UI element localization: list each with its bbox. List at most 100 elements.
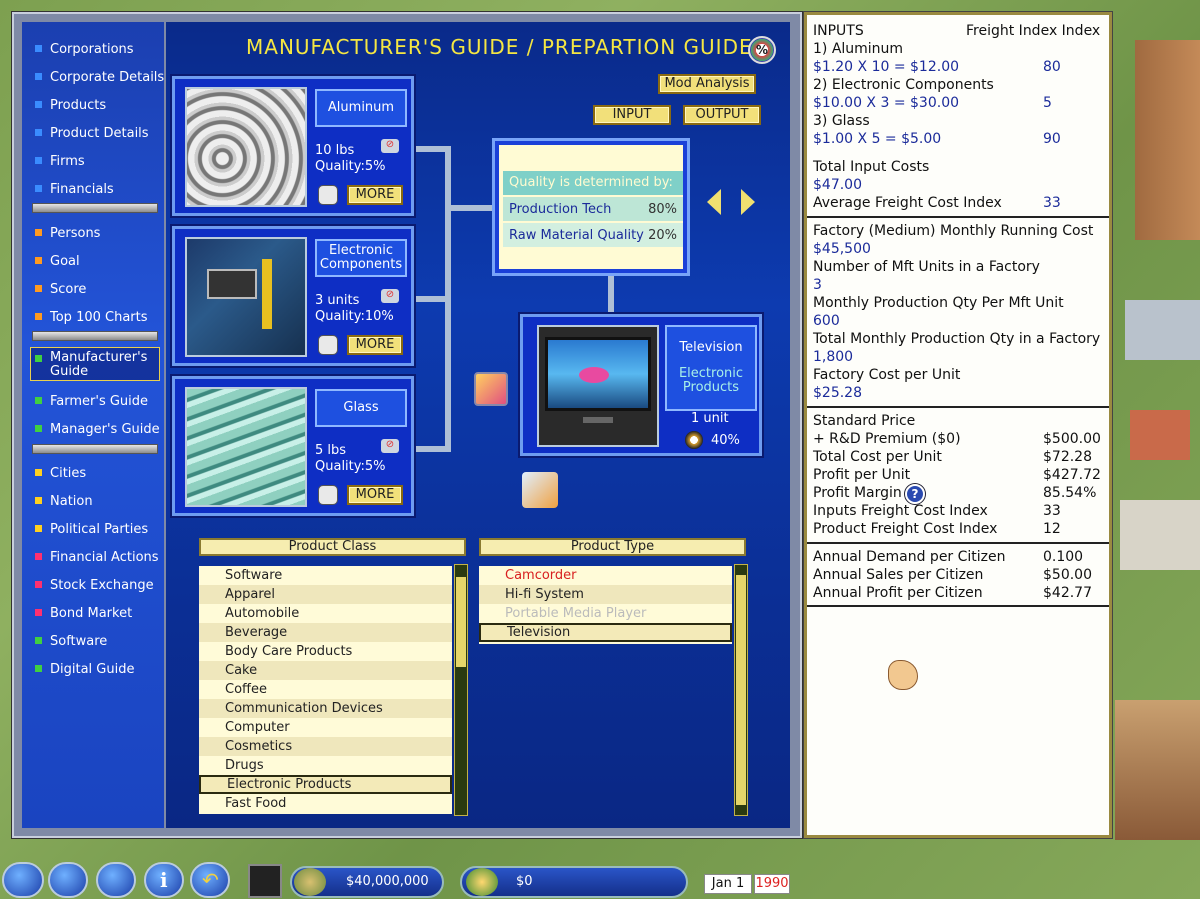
nav-item[interactable]: Stock Exchange xyxy=(35,576,154,594)
info-icon[interactable]: i xyxy=(144,862,184,898)
building xyxy=(1115,700,1200,840)
input-3-freight: 90 xyxy=(1043,131,1061,147)
divider xyxy=(807,542,1109,544)
factory-cost-unit-value: $25.28 xyxy=(813,385,862,401)
nav-item-label: Bond Market xyxy=(50,605,133,621)
total-monthly-qty-value: 1,800 xyxy=(813,349,854,365)
nav-item-label: Financial Actions xyxy=(50,549,159,565)
product-type-scrollbar[interactable] xyxy=(734,564,748,816)
freight-index-header: Freight Index Index xyxy=(966,23,1101,39)
product-type-item[interactable]: Television xyxy=(479,623,732,642)
undo-icon[interactable]: ↶ xyxy=(190,862,230,898)
product-class-item[interactable]: Electronic Products xyxy=(199,775,452,794)
percent-icon[interactable]: % xyxy=(748,36,776,64)
nav-item[interactable]: Firms xyxy=(35,152,85,170)
mod-analysis-button[interactable]: Mod Analysis xyxy=(658,74,756,94)
building xyxy=(1120,500,1200,570)
divider xyxy=(807,605,1109,607)
help-icon[interactable]: ? xyxy=(905,484,925,504)
nav-item[interactable]: Digital Guide xyxy=(35,660,135,678)
nav-bullet-icon xyxy=(35,469,42,476)
avg-freight-value: 33 xyxy=(1043,195,1061,211)
more-button[interactable]: MORE xyxy=(347,335,403,355)
buildings-icon[interactable] xyxy=(2,862,44,898)
output-button[interactable]: OUTPUT xyxy=(683,105,761,125)
nav-item[interactable]: Products xyxy=(35,96,107,114)
page-title: MANUFACTURER'S GUIDE / PREPARTION GUIDE xyxy=(246,35,753,59)
nav-item[interactable]: Bond Market xyxy=(35,604,133,622)
income-icon xyxy=(466,868,498,896)
product-type-item[interactable]: Hi-fi System xyxy=(479,585,732,604)
factory-icon[interactable] xyxy=(474,372,508,406)
nav-item-label: Persons xyxy=(50,225,101,241)
product-class-item[interactable]: Apparel xyxy=(199,585,452,604)
annual-profit-label: Annual Profit per Citizen xyxy=(813,585,983,601)
product-class-item[interactable]: Computer xyxy=(199,718,452,737)
nav-item[interactable]: Manufacturer's Guide xyxy=(35,350,148,380)
input-button[interactable]: INPUT xyxy=(593,105,671,125)
company-logo-icon[interactable] xyxy=(248,864,282,898)
year-display: 1990 xyxy=(754,874,790,894)
product-class-item[interactable]: Beverage xyxy=(199,623,452,642)
aluminum-image xyxy=(185,87,307,207)
arrow-right-icon[interactable] xyxy=(741,189,755,215)
factory-running-cost-label: Factory (Medium) Monthly Running Cost xyxy=(813,223,1094,239)
input-checkbox[interactable] xyxy=(318,335,338,355)
product-class-item[interactable]: Fast Food xyxy=(199,794,452,813)
total-cost-unit-value: $72.28 xyxy=(1043,449,1092,465)
nav-item[interactable]: Persons xyxy=(35,224,101,242)
more-button[interactable]: MORE xyxy=(347,185,403,205)
globe-icon[interactable] xyxy=(96,862,136,898)
quality-row-value: 20% xyxy=(648,227,677,243)
product-class-scrollbar[interactable] xyxy=(454,564,468,816)
nav-item[interactable]: Political Parties xyxy=(35,520,148,538)
input-qty: 10 lbs xyxy=(315,143,355,158)
nav-item[interactable]: Product Details xyxy=(35,124,149,142)
nav-item[interactable]: Corporate Details xyxy=(35,68,164,86)
input-quality: Quality:10% xyxy=(315,309,394,324)
product-type-item[interactable]: Portable Media Player xyxy=(479,604,732,623)
nav-item[interactable]: Financials xyxy=(35,180,114,198)
map-icon[interactable] xyxy=(48,862,88,898)
nav-item[interactable]: Financial Actions xyxy=(35,548,159,566)
nav-item-label: Goal xyxy=(50,253,80,269)
nav-item[interactable]: Manager's Guide xyxy=(35,420,160,438)
nav-item[interactable]: Cities xyxy=(35,464,86,482)
product-type-item[interactable]: Camcorder xyxy=(479,566,732,585)
avg-freight-label: Average Freight Cost Index xyxy=(813,195,1002,211)
input-1-freight: 80 xyxy=(1043,59,1061,75)
nav-bullet-icon xyxy=(35,257,42,264)
nav-bullet-icon xyxy=(35,581,42,588)
product-class-item[interactable]: Communication Devices xyxy=(199,699,452,718)
product-class-item[interactable]: Cake xyxy=(199,661,452,680)
divider xyxy=(807,216,1109,218)
quality-row-label: Raw Material Quality xyxy=(509,227,644,243)
product-class-item[interactable]: Body Care Products xyxy=(199,642,452,661)
output-qty: 1 unit xyxy=(691,411,729,426)
product-class-item[interactable]: Software xyxy=(199,566,452,585)
annual-profit-value: $42.77 xyxy=(1043,585,1092,601)
input-card-glass: Glass 5 lbs Quality:5% ⊘ MORE xyxy=(172,376,414,516)
nav-item-label: Digital Guide xyxy=(50,661,135,677)
edit-pencil-icon[interactable] xyxy=(522,472,558,508)
more-button[interactable]: MORE xyxy=(347,485,403,505)
nav-item[interactable]: Score xyxy=(35,280,86,298)
nav-item[interactable]: Top 100 Charts xyxy=(35,308,148,326)
nav-item[interactable]: Farmer's Guide xyxy=(35,392,148,410)
nav-item-label: Products xyxy=(50,97,107,113)
product-class-item[interactable]: Drugs xyxy=(199,756,452,775)
nav-bullet-icon xyxy=(35,129,42,136)
arrow-left-icon[interactable] xyxy=(707,189,721,215)
nav-bullet-icon xyxy=(35,185,42,192)
nav-item[interactable]: Corporations xyxy=(35,40,134,58)
product-class-item[interactable]: Automobile xyxy=(199,604,452,623)
profit-margin-value: 85.54% xyxy=(1043,485,1097,501)
input-checkbox[interactable] xyxy=(318,185,338,205)
input-checkbox[interactable] xyxy=(318,485,338,505)
product-class-item[interactable]: Cosmetics xyxy=(199,737,452,756)
product-class-item[interactable]: Coffee xyxy=(199,680,452,699)
nav-item[interactable]: Software xyxy=(35,632,107,650)
nav-item[interactable]: Goal xyxy=(35,252,80,270)
input-name: Glass xyxy=(315,389,407,427)
nav-item[interactable]: Nation xyxy=(35,492,93,510)
